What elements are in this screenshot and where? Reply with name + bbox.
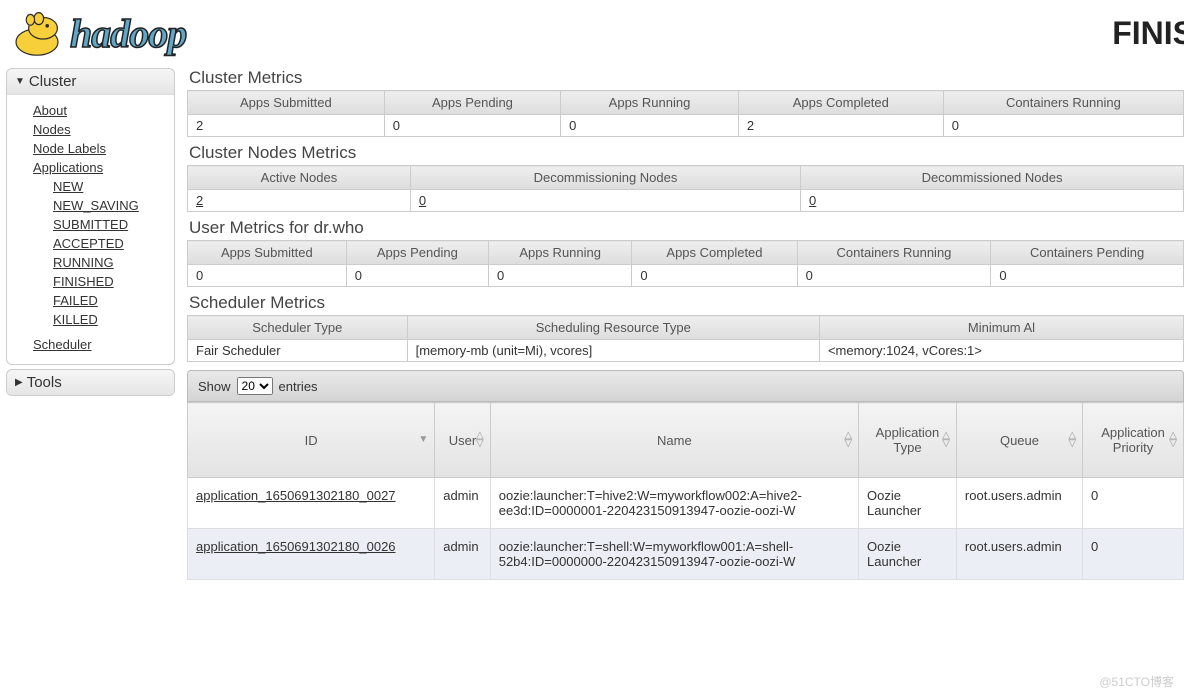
col-header: Active Nodes — [188, 166, 411, 190]
col-id[interactable]: ID — [188, 403, 435, 478]
col-queue[interactable]: Queue — [956, 403, 1082, 478]
col-header: Apps Running — [561, 91, 739, 115]
application-link[interactable]: application_1650691302180_0027 — [196, 488, 396, 503]
nav-failed[interactable]: FAILED — [53, 293, 98, 308]
cell-name: oozie:launcher:T=hive2:W=myworkflow002:A… — [490, 478, 858, 529]
col-header: Decommissioning Nodes — [410, 166, 800, 190]
show-label-post: entries — [279, 379, 318, 394]
nav-running[interactable]: RUNNING — [53, 255, 114, 270]
nav-scheduler[interactable]: Scheduler — [33, 337, 92, 352]
col-type[interactable]: Application Type — [859, 403, 957, 478]
col-header: Containers Running — [797, 241, 991, 265]
col-header: Apps Submitted — [188, 241, 347, 265]
watermark: @51CTO博客 — [1099, 673, 1174, 690]
cell: 0 — [188, 265, 347, 287]
cell: <memory:1024, vCores:1> — [819, 340, 1183, 362]
nav-finished[interactable]: FINISHED — [53, 274, 114, 289]
col-priority[interactable]: Application Priority — [1083, 403, 1184, 478]
sidebar-cluster-label: Cluster — [29, 73, 77, 90]
cell: 0 — [943, 115, 1183, 137]
sidebar-header-cluster[interactable]: ▼ Cluster — [7, 69, 174, 95]
col-name[interactable]: Name — [490, 403, 858, 478]
sort-icon — [942, 432, 950, 448]
sidebar-tools-label: Tools — [27, 374, 62, 391]
cell: 0 — [561, 115, 739, 137]
col-header: Containers Pending — [991, 241, 1184, 265]
col-header: Apps Pending — [384, 91, 560, 115]
cell: Fair Scheduler — [188, 340, 408, 362]
user-metrics-heading: User Metrics for dr.who — [187, 212, 1184, 240]
entries-select[interactable]: 20 — [237, 377, 273, 395]
nav-about[interactable]: About — [33, 103, 67, 118]
cell-priority: 0 — [1083, 478, 1184, 529]
cell-type: Oozie Launcher — [859, 478, 957, 529]
nav-submitted[interactable]: SUBMITTED — [53, 217, 128, 232]
application-link[interactable]: application_1650691302180_0026 — [196, 539, 396, 554]
cell-type: Oozie Launcher — [859, 529, 957, 580]
sort-icon — [1068, 432, 1076, 448]
nodes-metrics-table: Active Nodes Decommissioning Nodes Decom… — [187, 165, 1184, 212]
sort-icon — [844, 432, 852, 448]
nav-applications[interactable]: Applications — [33, 160, 103, 175]
scheduler-metrics-table: Scheduler Type Scheduling Resource Type … — [187, 315, 1184, 362]
table-row: application_1650691302180_0027 admin ooz… — [188, 478, 1184, 529]
nav-new[interactable]: NEW — [53, 179, 83, 194]
sidebar-section-tools: ▶ Tools — [6, 369, 175, 396]
decommissioned-nodes-link[interactable]: 0 — [809, 193, 816, 208]
col-header: Apps Running — [488, 241, 631, 265]
cell-priority: 0 — [1083, 529, 1184, 580]
show-label-pre: Show — [198, 379, 231, 394]
active-nodes-link[interactable]: 2 — [196, 193, 203, 208]
sort-icon — [1169, 432, 1177, 448]
col-header: Apps Completed — [632, 241, 797, 265]
decommissioning-nodes-link[interactable]: 0 — [419, 193, 426, 208]
table-row: application_1650691302180_0026 admin ooz… — [188, 529, 1184, 580]
cell: 0 — [632, 265, 797, 287]
scheduler-metrics-heading: Scheduler Metrics — [187, 287, 1184, 315]
nav-killed[interactable]: KILLED — [53, 312, 98, 327]
page-title: FINIS — [1112, 15, 1184, 52]
datatable-length-bar: Show 20 entries — [187, 370, 1184, 402]
sidebar-header-tools[interactable]: ▶ Tools — [7, 370, 174, 395]
user-metrics-table: Apps Submitted Apps Pending Apps Running… — [187, 240, 1184, 287]
cell: 0 — [488, 265, 631, 287]
cell: 0 — [384, 115, 560, 137]
cluster-metrics-table: Apps Submitted Apps Pending Apps Running… — [187, 90, 1184, 137]
cell-name: oozie:launcher:T=shell:W=myworkflow001:A… — [490, 529, 858, 580]
hadoop-logo: hadoop — [10, 8, 186, 58]
cluster-metrics-heading: Cluster Metrics — [187, 62, 1184, 90]
applications-table: ID User Name Application Type Queue Appl… — [187, 402, 1184, 580]
sidebar-section-cluster: ▼ Cluster About Nodes Node Labels Applic… — [6, 68, 175, 365]
cell-user: admin — [435, 529, 491, 580]
cell-queue: root.users.admin — [956, 478, 1082, 529]
col-header: Apps Pending — [346, 241, 488, 265]
cell: 0 — [346, 265, 488, 287]
sort-desc-icon — [418, 436, 428, 444]
col-header: Decommissioned Nodes — [801, 166, 1184, 190]
cell: 0 — [797, 265, 991, 287]
cell-user: admin — [435, 478, 491, 529]
col-header: Apps Completed — [738, 91, 943, 115]
nav-new-saving[interactable]: NEW_SAVING — [53, 198, 139, 213]
nav-accepted[interactable]: ACCEPTED — [53, 236, 124, 251]
cell: [memory-mb (unit=Mi), vcores] — [407, 340, 819, 362]
sort-icon — [476, 432, 484, 448]
caret-down-icon: ▼ — [15, 76, 25, 87]
caret-right-icon: ▶ — [15, 377, 23, 388]
cell-queue: root.users.admin — [956, 529, 1082, 580]
nodes-metrics-heading: Cluster Nodes Metrics — [187, 137, 1184, 165]
nav-node-labels[interactable]: Node Labels — [33, 141, 106, 156]
cell: 2 — [188, 115, 385, 137]
col-header: Containers Running — [943, 91, 1183, 115]
cell: 2 — [738, 115, 943, 137]
col-header: Scheduling Resource Type — [407, 316, 819, 340]
col-header: Minimum Al — [819, 316, 1183, 340]
logo-text: hadoop — [70, 10, 186, 57]
col-user[interactable]: User — [435, 403, 491, 478]
col-header: Apps Submitted — [188, 91, 385, 115]
cell: 0 — [991, 265, 1184, 287]
nav-nodes[interactable]: Nodes — [33, 122, 71, 137]
col-header: Scheduler Type — [188, 316, 408, 340]
